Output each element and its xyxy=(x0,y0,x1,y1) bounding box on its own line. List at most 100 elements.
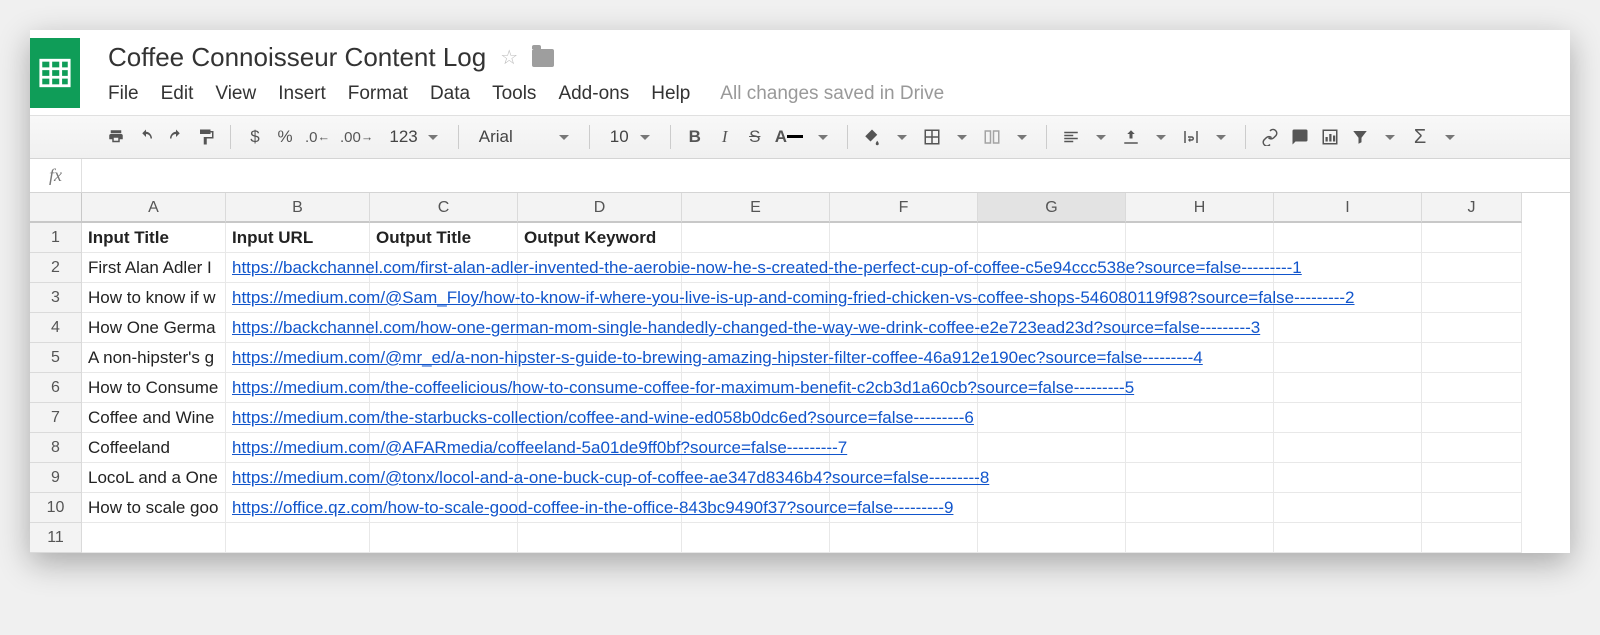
cell-input-url[interactable]: https://medium.com/@Sam_Floy/how-to-know… xyxy=(226,283,370,313)
cell-empty[interactable] xyxy=(1274,523,1422,553)
header-output-keyword[interactable]: Output Keyword xyxy=(518,223,682,253)
cell-empty[interactable] xyxy=(1126,433,1274,463)
cell-input-title[interactable]: How to Consume xyxy=(82,373,226,403)
cell-input-url[interactable]: https://medium.com/the-starbucks-collect… xyxy=(226,403,370,433)
row-header[interactable]: 10 xyxy=(30,493,82,523)
row-header[interactable]: 5 xyxy=(30,343,82,373)
column-header-F[interactable]: F xyxy=(830,193,978,223)
cell-empty[interactable] xyxy=(1126,523,1274,553)
cell-input-title[interactable]: Coffee and Wine xyxy=(82,403,226,433)
cell-empty[interactable] xyxy=(682,523,830,553)
cell-empty[interactable] xyxy=(1422,433,1522,463)
cell-input-title[interactable]: How One Germa xyxy=(82,313,226,343)
cell-empty[interactable] xyxy=(518,523,682,553)
cell-empty[interactable] xyxy=(1274,343,1422,373)
row-header[interactable]: 8 xyxy=(30,433,82,463)
horizontal-align-icon[interactable] xyxy=(1057,122,1085,152)
cell-empty[interactable] xyxy=(978,463,1126,493)
decrease-decimals-button[interactable]: .0← xyxy=(301,122,334,152)
cell-input-title[interactable]: LocoL and a One xyxy=(82,463,226,493)
italic-button[interactable]: I xyxy=(711,122,739,152)
cell-empty[interactable] xyxy=(1422,313,1522,343)
paint-format-icon[interactable] xyxy=(192,122,220,152)
cell-empty[interactable] xyxy=(1274,313,1422,343)
cell-empty[interactable] xyxy=(682,223,830,253)
column-header-H[interactable]: H xyxy=(1126,193,1274,223)
menu-help[interactable]: Help xyxy=(651,83,690,105)
cell-empty[interactable] xyxy=(370,523,518,553)
cell-input-url[interactable]: https://office.qz.com/how-to-scale-good-… xyxy=(226,493,370,523)
menu-tools[interactable]: Tools xyxy=(492,83,536,105)
row-header[interactable]: 11 xyxy=(30,523,82,553)
header-output-title[interactable]: Output Title xyxy=(370,223,518,253)
fill-color-icon[interactable] xyxy=(858,122,886,152)
increase-decimals-button[interactable]: .00→ xyxy=(336,122,377,152)
row-header[interactable]: 4 xyxy=(30,313,82,343)
currency-button[interactable]: $ xyxy=(241,122,269,152)
cell-empty[interactable] xyxy=(1274,493,1422,523)
cell-input-url[interactable]: https://backchannel.com/how-one-german-m… xyxy=(226,313,370,343)
undo-icon[interactable] xyxy=(132,122,160,152)
cell-empty[interactable] xyxy=(1274,223,1422,253)
formula-input[interactable] xyxy=(82,159,1570,192)
insert-chart-icon[interactable] xyxy=(1316,122,1344,152)
number-format-select[interactable]: 123 xyxy=(379,122,447,152)
cell-empty[interactable] xyxy=(1126,373,1274,403)
menu-insert[interactable]: Insert xyxy=(278,83,326,105)
column-header-G[interactable]: G xyxy=(978,193,1126,223)
menu-view[interactable]: View xyxy=(215,83,256,105)
redo-icon[interactable] xyxy=(162,122,190,152)
filter-icon[interactable] xyxy=(1346,122,1374,152)
row-header[interactable]: 9 xyxy=(30,463,82,493)
cell-empty[interactable] xyxy=(978,523,1126,553)
text-color-button[interactable]: A xyxy=(771,122,807,152)
column-header-E[interactable]: E xyxy=(682,193,830,223)
cell-empty[interactable] xyxy=(978,433,1126,463)
menu-format[interactable]: Format xyxy=(348,83,408,105)
menu-data[interactable]: Data xyxy=(430,83,470,105)
row-header[interactable]: 2 xyxy=(30,253,82,283)
bold-button[interactable]: B xyxy=(681,122,709,152)
insert-comment-icon[interactable] xyxy=(1286,122,1314,152)
strikethrough-button[interactable]: S xyxy=(741,122,769,152)
font-size-select[interactable]: 10 xyxy=(600,122,660,152)
cell-empty[interactable] xyxy=(1126,403,1274,433)
cell-empty[interactable] xyxy=(1422,403,1522,433)
cell-empty[interactable] xyxy=(1422,343,1522,373)
merge-cells-icon[interactable] xyxy=(978,122,1006,152)
vertical-align-icon[interactable] xyxy=(1117,122,1145,152)
cell-empty[interactable] xyxy=(1274,463,1422,493)
menu-file[interactable]: File xyxy=(108,83,139,105)
cell-input-title[interactable]: Coffeeland xyxy=(82,433,226,463)
select-all-corner[interactable] xyxy=(30,193,82,223)
cell-empty[interactable] xyxy=(1126,493,1274,523)
column-header-A[interactable]: A xyxy=(82,193,226,223)
cell-empty[interactable] xyxy=(830,223,978,253)
cell-empty[interactable] xyxy=(1274,373,1422,403)
column-header-J[interactable]: J xyxy=(1422,193,1522,223)
cell-empty[interactable] xyxy=(1422,223,1522,253)
row-header[interactable]: 6 xyxy=(30,373,82,403)
row-header[interactable]: 3 xyxy=(30,283,82,313)
cell-input-url[interactable]: https://medium.com/the-coffeelicious/how… xyxy=(226,373,370,403)
menu-edit[interactable]: Edit xyxy=(161,83,194,105)
column-header-I[interactable]: I xyxy=(1274,193,1422,223)
cell-empty[interactable] xyxy=(226,523,370,553)
cell-input-title[interactable]: A non-hipster's g xyxy=(82,343,226,373)
cell-input-url[interactable]: https://medium.com/@mr_ed/a-non-hipster-… xyxy=(226,343,370,373)
cell-empty[interactable] xyxy=(830,433,978,463)
functions-button[interactable]: Σ xyxy=(1406,122,1434,152)
document-title[interactable]: Coffee Connoisseur Content Log xyxy=(108,42,486,73)
cell-empty[interactable] xyxy=(1422,493,1522,523)
cell-empty[interactable] xyxy=(82,523,226,553)
cell-input-title[interactable]: How to know if w xyxy=(82,283,226,313)
cell-empty[interactable] xyxy=(1422,523,1522,553)
cell-empty[interactable] xyxy=(1126,463,1274,493)
cell-input-url[interactable]: https://medium.com/@tonx/locol-and-a-one… xyxy=(226,463,370,493)
cell-empty[interactable] xyxy=(1126,223,1274,253)
header-input-url[interactable]: Input URL xyxy=(226,223,370,253)
cell-empty[interactable] xyxy=(1422,253,1522,283)
spreadsheet-grid[interactable]: ABCDEFGHIJ1Input TitleInput URLOutput Ti… xyxy=(30,193,1570,553)
borders-icon[interactable] xyxy=(918,122,946,152)
cell-input-url[interactable]: https://backchannel.com/first-alan-adler… xyxy=(226,253,370,283)
